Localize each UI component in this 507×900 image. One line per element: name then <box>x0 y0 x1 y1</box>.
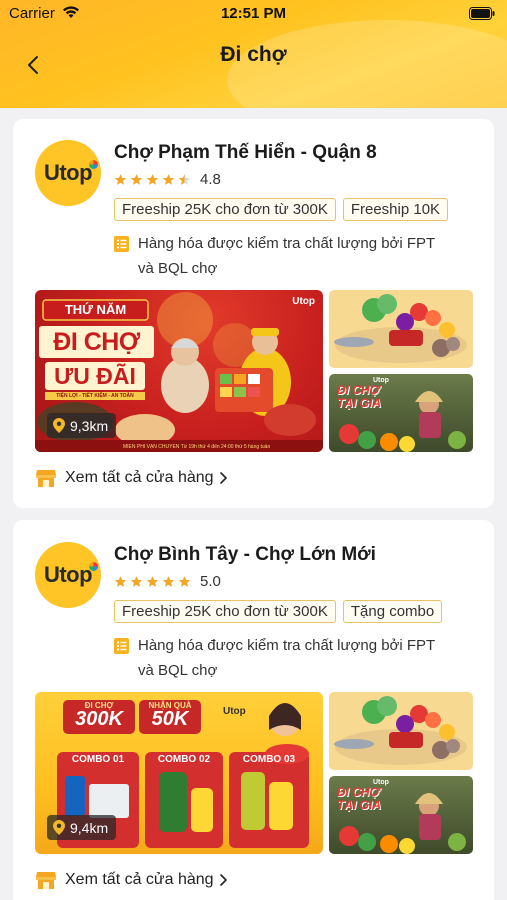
promo-tag[interactable]: Freeship 10K <box>342 198 449 221</box>
logo-text: Utop <box>44 160 99 186</box>
rating: 5.0 <box>114 572 221 590</box>
side-banner-text: ĐI CHỢ TẠI GIA <box>337 785 381 812</box>
produce-illustration <box>334 696 467 765</box>
star-icon <box>178 575 191 587</box>
store-logo: Utop <box>35 140 101 206</box>
see-all-label: Xem tất cả cửa hàng <box>65 469 214 486</box>
logo-dot-icon <box>89 160 99 169</box>
produce-illustration <box>334 294 467 363</box>
banner-headline-2: ĐI CHỢ <box>53 328 140 356</box>
rating: 4.8 <box>114 170 221 188</box>
promo-banner[interactable]: ĐI CHỢ 300K NHẬN QUÀ 50K Utop COMBO 01 C… <box>35 692 323 854</box>
star-icon <box>146 575 159 587</box>
quality-note: Hàng hóa được kiểm tra chất lượng bởi FP… <box>114 636 474 688</box>
banner-headline-3: ƯU ĐÃI <box>54 363 136 389</box>
promo-tag[interactable]: Tặng combo <box>342 600 443 623</box>
status-time: 12:51 PM <box>220 5 287 22</box>
star-icon <box>114 575 127 587</box>
logo-text: Utop <box>44 562 99 588</box>
store-card[interactable]: Utop Chợ Phạm Thế Hiển - Quận 8 4.8 Free… <box>13 119 494 508</box>
quality-line-2: và BQL chợ <box>138 260 218 277</box>
checklist-icon <box>114 236 129 252</box>
side-banner-market[interactable]: Utop ĐI CHỢ TẠI GIA <box>329 776 473 854</box>
status-bar: Carrier 12:51 PM <box>0 0 507 28</box>
side-banner-produce[interactable] <box>329 692 473 770</box>
store-name[interactable]: Chợ Phạm Thế Hiển - Quận 8 <box>114 142 377 164</box>
promo-tag[interactable]: Freeship 25K cho đơn từ 300K <box>114 600 336 623</box>
star-icon <box>130 173 143 185</box>
location-pin-icon <box>53 418 65 433</box>
banner-pill-1: 300K <box>75 708 123 730</box>
see-all-stores-link[interactable]: Xem tất cả cửa hàng <box>35 869 227 891</box>
rating-value: 5.0 <box>200 572 221 590</box>
side-banner-produce[interactable] <box>329 290 473 368</box>
quality-text: Hàng hóa được kiểm tra chất lượng bởi FP… <box>138 231 478 281</box>
store-name[interactable]: Chợ Bình Tây - Chợ Lớn Mới <box>114 544 376 566</box>
store-icon <box>36 470 56 487</box>
banner-footer: MIỄN PHÍ VẬN CHUYỂN Từ 19h thứ 4 đến 24:… <box>123 444 271 450</box>
banner-brand: Utop <box>292 296 315 307</box>
distance-badge: 9,3km <box>47 413 117 438</box>
chevron-right-icon <box>219 472 227 484</box>
banner-pill-2: 50K <box>151 708 189 730</box>
app-header: Carrier 12:51 PM Đi chợ <box>0 0 507 108</box>
distance-value: 9,3km <box>70 417 109 434</box>
distance-value: 9,4km <box>70 819 109 836</box>
battery-icon <box>469 7 495 20</box>
banner-brand: Utop <box>223 706 246 717</box>
star-icon <box>162 575 175 587</box>
star-icon <box>162 173 175 185</box>
promo-tag[interactable]: Freeship 25K cho đơn từ 300K <box>114 198 336 221</box>
store-card[interactable]: Utop Chợ Bình Tây - Chợ Lớn Mới 5.0 Free… <box>13 520 494 900</box>
see-all-label: Xem tất cả cửa hàng <box>65 871 214 888</box>
side-banner-text: ĐI CHỢ TẠI GIA <box>337 383 381 410</box>
see-all-stores-link[interactable]: Xem tất cả cửa hàng <box>35 467 227 489</box>
page-title: Đi chợ <box>220 43 287 66</box>
rating-value: 4.8 <box>200 170 221 188</box>
location-pin-icon <box>53 820 65 835</box>
quality-line-2: và BQL chợ <box>138 662 218 679</box>
store-logo: Utop <box>35 542 101 608</box>
promo-tags[interactable]: Freeship 25K cho đơn từ 300K Freeship 10K <box>114 198 472 222</box>
store-icon <box>36 872 56 889</box>
star-half-icon <box>178 173 191 185</box>
quality-note: Hàng hóa được kiểm tra chất lượng bởi FP… <box>114 234 474 286</box>
combo-label-1: COMBO 01 <box>71 754 125 765</box>
combo-label-2: COMBO 02 <box>157 754 211 765</box>
combo-label-3: COMBO 03 <box>242 754 296 765</box>
checklist-icon <box>114 638 129 654</box>
chevron-right-icon <box>219 874 227 886</box>
side-banner-market[interactable]: Utop ĐI CHỢ TẠI GIA <box>329 374 473 452</box>
quality-line-1: Hàng hóa được kiểm tra chất lượng bởi FP… <box>138 235 436 252</box>
quality-text: Hàng hóa được kiểm tra chất lượng bởi FP… <box>138 633 478 683</box>
distance-badge: 9,4km <box>47 815 117 840</box>
star-icon <box>146 173 159 185</box>
banner-headline: THỨ NĂM <box>64 302 127 317</box>
star-icon <box>114 173 127 185</box>
promo-tags[interactable]: Freeship 25K cho đơn từ 300K Tặng combo <box>114 600 472 624</box>
banner-tagline: TIỆN LỢI - TIẾT KIỆM - AN TOÀN <box>56 393 134 399</box>
quality-line-1: Hàng hóa được kiểm tra chất lượng bởi FP… <box>138 637 436 654</box>
logo-dot-icon <box>89 562 99 571</box>
promo-banner[interactable]: THỨ NĂM ĐI CHỢ ƯU ĐÃI TIỆN LỢI - TIẾT KI… <box>35 290 323 452</box>
star-icon <box>130 575 143 587</box>
